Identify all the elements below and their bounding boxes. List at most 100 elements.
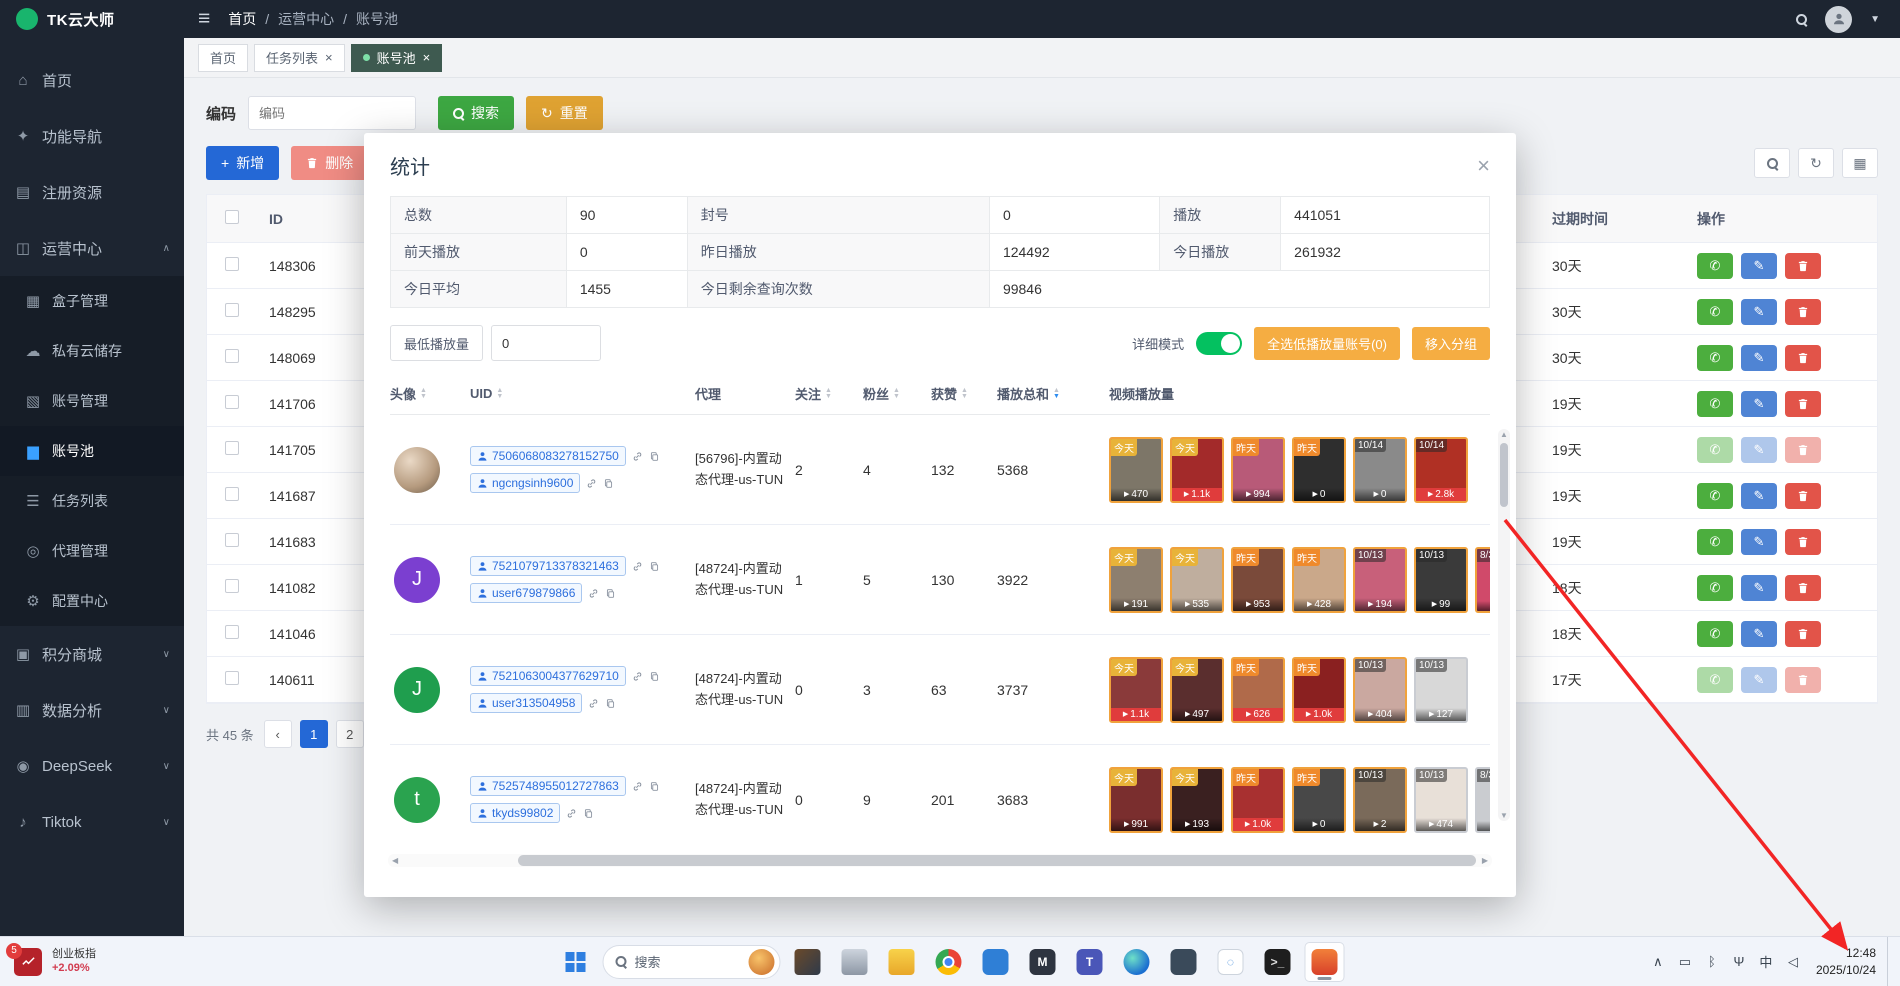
video-thumbnail[interactable]: 10/13▶99 [1414, 547, 1468, 613]
column-header[interactable]: UID▲▼ [470, 386, 695, 401]
taskbar-app[interactable]: M [1023, 942, 1063, 982]
tab[interactable]: 任务列表× [254, 44, 345, 72]
edit-button[interactable]: ✎ [1741, 253, 1777, 279]
video-thumbnail[interactable]: 今天▶1.1k [1109, 657, 1163, 723]
row-checkbox[interactable] [225, 395, 239, 409]
ime-icon[interactable]: 中 [1754, 948, 1778, 976]
copy-icon[interactable] [649, 781, 660, 792]
widgets-button[interactable]: 5 创业板指 +2.09% [0, 937, 110, 986]
link-icon[interactable] [586, 478, 597, 489]
video-thumbnail[interactable]: 昨天▶0 [1292, 437, 1346, 503]
scroll-right-icon[interactable]: ▶ [1482, 856, 1488, 865]
sort-icon[interactable]: ▲▼ [961, 388, 968, 399]
delete-row-button[interactable] [1785, 253, 1821, 279]
horizontal-scrollbar-thumb[interactable] [518, 855, 1476, 866]
min-play-input[interactable] [491, 325, 601, 361]
mic-icon[interactable]: Ψ [1727, 948, 1751, 976]
tab-close-icon[interactable]: × [423, 50, 431, 65]
prev-page-button[interactable]: ‹ [264, 720, 292, 748]
video-thumbnail[interactable]: 10/14▶2.8k [1414, 437, 1468, 503]
link-icon[interactable] [632, 671, 643, 682]
copy-icon[interactable] [649, 671, 660, 682]
link-icon[interactable] [588, 588, 599, 599]
whatsapp-button[interactable]: ✆ [1697, 253, 1733, 279]
row-checkbox[interactable] [225, 257, 239, 271]
delete-row-button[interactable] [1785, 391, 1821, 417]
video-thumbnail[interactable]: 昨天▶626 [1231, 657, 1285, 723]
delete-row-button[interactable] [1785, 575, 1821, 601]
taskbar-search[interactable]: 搜索 [603, 945, 781, 979]
vertical-scrollbar[interactable]: ▲ ▼ [1498, 429, 1510, 821]
whatsapp-button[interactable]: ✆ [1697, 667, 1733, 693]
show-desktop-button[interactable] [1887, 937, 1892, 986]
column-header[interactable]: 播放总和▲▼ [997, 384, 1109, 403]
code-input[interactable] [248, 96, 416, 130]
row-checkbox[interactable] [225, 487, 239, 501]
sidebar-item[interactable]: ▣积分商城∨ [0, 626, 184, 682]
edit-button[interactable]: ✎ [1741, 621, 1777, 647]
video-thumbnail[interactable]: 今天▶497 [1170, 657, 1224, 723]
video-thumbnail[interactable]: 今天▶1.1k [1170, 437, 1224, 503]
vertical-scrollbar-thumb[interactable] [1500, 443, 1508, 507]
whatsapp-button[interactable]: ✆ [1697, 437, 1733, 463]
link-icon[interactable] [632, 561, 643, 572]
taskbar-app[interactable] [788, 942, 828, 982]
delete-row-button[interactable] [1785, 529, 1821, 555]
copy-icon[interactable] [603, 478, 614, 489]
edit-button[interactable]: ✎ [1741, 437, 1777, 463]
username-tag[interactable]: user313504958 [470, 693, 582, 713]
video-thumbnail[interactable]: 10/14▶0 [1353, 437, 1407, 503]
uid-tag[interactable]: 7506068083278152750 [470, 446, 626, 466]
avatar[interactable]: J [394, 667, 440, 713]
breadcrumb-item[interactable]: 账号池 [356, 9, 398, 29]
video-thumbnail[interactable]: 10/13▶127 [1414, 657, 1468, 723]
sidebar-item[interactable]: ♪Tiktok∨ [0, 794, 184, 850]
table-search-button[interactable] [1754, 148, 1790, 178]
search-icon[interactable] [1796, 14, 1807, 25]
video-thumbnail[interactable]: 8/3▶ [1475, 767, 1490, 833]
sidebar-item[interactable]: ▦盒子管理 [0, 276, 184, 326]
delete-button[interactable]: 删除 [291, 146, 368, 180]
taskbar-app[interactable] [976, 942, 1016, 982]
whatsapp-button[interactable]: ✆ [1697, 621, 1733, 647]
close-icon[interactable]: × [1477, 155, 1490, 177]
detail-mode-toggle[interactable] [1196, 332, 1242, 355]
delete-row-button[interactable] [1785, 299, 1821, 325]
sort-icon[interactable]: ▲▼ [893, 388, 900, 399]
table-columns-button[interactable]: ▦ [1842, 148, 1878, 178]
add-button[interactable]: + 新增 [206, 146, 279, 180]
breadcrumb-item[interactable]: 首页 [228, 9, 256, 29]
reset-button[interactable]: ↻ 重置 [526, 96, 603, 130]
copy-icon[interactable] [649, 451, 660, 462]
edit-button[interactable]: ✎ [1741, 345, 1777, 371]
avatar[interactable]: J [394, 557, 440, 603]
copy-icon[interactable] [583, 808, 594, 819]
volume-icon[interactable]: ◁ [1781, 948, 1805, 976]
uid-tag[interactable]: 7525748955012727863 [470, 776, 626, 796]
sort-icon[interactable]: ▲▼ [420, 388, 427, 399]
video-thumbnail[interactable]: 10/13▶474 [1414, 767, 1468, 833]
edit-button[interactable]: ✎ [1741, 667, 1777, 693]
delete-row-button[interactable] [1785, 621, 1821, 647]
bluetooth-icon[interactable]: ᛒ [1700, 948, 1724, 976]
breadcrumb-item[interactable]: 运营中心 [278, 9, 334, 29]
copy-icon[interactable] [605, 588, 616, 599]
page-button[interactable]: 2 [336, 720, 364, 748]
row-checkbox[interactable] [225, 349, 239, 363]
avatar[interactable] [1825, 6, 1852, 33]
whatsapp-button[interactable]: ✆ [1697, 345, 1733, 371]
video-thumbnail[interactable]: 今天▶191 [1109, 547, 1163, 613]
taskbar-app[interactable]: ◌ [1211, 942, 1251, 982]
video-thumbnail[interactable]: 10/13▶404 [1353, 657, 1407, 723]
link-icon[interactable] [566, 808, 577, 819]
sidebar-item[interactable]: ✦功能导航 [0, 108, 184, 164]
search-button[interactable]: 搜索 [438, 96, 514, 130]
uid-tag[interactable]: 7521063004377629710 [470, 666, 626, 686]
row-checkbox[interactable] [225, 625, 239, 639]
taskbar-app[interactable] [882, 942, 922, 982]
delete-row-button[interactable] [1785, 667, 1821, 693]
taskbar-clock[interactable]: 12:48 2025/10/24 [1808, 945, 1884, 977]
copy-icon[interactable] [605, 698, 616, 709]
start-button[interactable] [556, 942, 596, 982]
video-thumbnail[interactable]: 今天▶193 [1170, 767, 1224, 833]
